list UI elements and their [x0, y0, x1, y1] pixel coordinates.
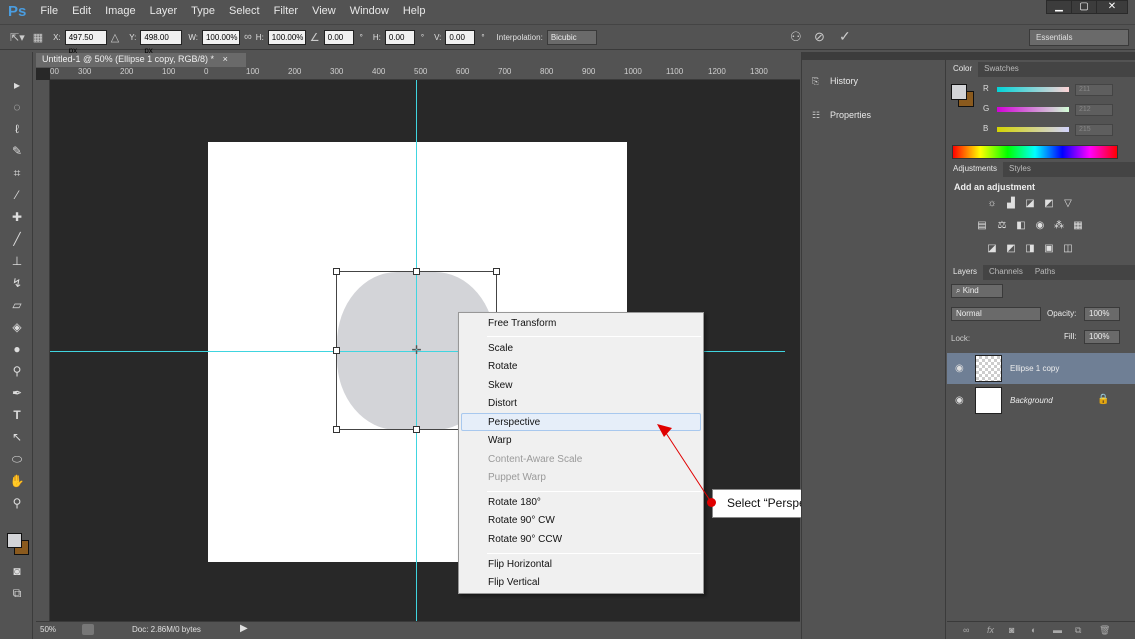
visibility-eye-icon[interactable]: ◉	[955, 363, 964, 374]
layers-footer: ∞ fx ◙ ◐ ▬ ⧉ 🗑	[947, 621, 1135, 639]
hue-saturation-icon[interactable]: ▤	[975, 220, 989, 232]
exposure-icon[interactable]: ◩	[1042, 198, 1056, 210]
opacity-field[interactable]: 100%	[1084, 307, 1120, 321]
adjustments-panel-tabs: Adjustments Styles	[947, 162, 1135, 177]
history-icon: ⎘	[812, 76, 820, 86]
green-track[interactable]	[997, 107, 1069, 112]
callout-dot	[707, 498, 716, 507]
visibility-eye-icon[interactable]: ◉	[955, 395, 964, 406]
right-panels: Color Swatches R 211 G 212 B 215 Adjustme…	[947, 52, 1135, 639]
levels-icon[interactable]: ▟	[1004, 198, 1018, 210]
layer-filter-kind[interactable]: ⌕ Kind	[951, 284, 1003, 298]
red-slider[interactable]: R 211	[951, 84, 1131, 98]
color-balance-icon[interactable]: ⚖	[995, 220, 1009, 232]
link-layers-icon[interactable]: ∞	[963, 625, 969, 635]
blue-slider[interactable]: B 215	[951, 124, 1131, 138]
red-track[interactable]	[997, 87, 1069, 92]
layer-thumbnail	[975, 355, 1002, 382]
invert-icon[interactable]: ◪	[985, 243, 999, 255]
layer-name[interactable]: Background	[1010, 396, 1053, 405]
color-spectrum-bar[interactable]	[952, 145, 1118, 159]
blue-track[interactable]	[997, 127, 1069, 132]
black-white-icon[interactable]: ◧	[1014, 220, 1028, 232]
new-layer-icon[interactable]: ⧉	[1075, 625, 1081, 636]
history-properties-dock: ⎘ History ☷ Properties	[801, 52, 947, 639]
channel-mixer-icon[interactable]: ⁂	[1052, 220, 1066, 232]
red-value[interactable]: 211	[1075, 84, 1113, 96]
blue-value[interactable]: 215	[1075, 124, 1113, 136]
layer-row-ellipse[interactable]: ◉ Ellipse 1 copy	[947, 353, 1135, 384]
posterize-icon[interactable]: ◩	[1004, 243, 1018, 255]
search-icon: ⌕	[956, 286, 963, 295]
tab-layers[interactable]: Layers	[947, 265, 984, 280]
properties-icon: ☷	[812, 110, 821, 120]
gradient-map-icon[interactable]: ▣	[1042, 243, 1056, 255]
history-panel-button[interactable]: ⎘ History	[812, 76, 858, 87]
color-lookup-icon[interactable]: ▦	[1071, 220, 1085, 232]
properties-panel-button[interactable]: ☷ Properties	[812, 110, 871, 121]
vibrance-icon[interactable]: ▽	[1061, 198, 1075, 210]
tab-styles[interactable]: Styles	[1003, 162, 1037, 177]
photo-filter-icon[interactable]: ◉	[1033, 220, 1047, 232]
layers-panel-tabs: Layers Channels Paths	[947, 265, 1135, 280]
curves-icon[interactable]: ◪	[1023, 198, 1037, 210]
layer-row-background[interactable]: ◉ Background 🔒	[947, 385, 1135, 416]
blue-label: B	[983, 124, 989, 133]
green-value[interactable]: 212	[1075, 104, 1113, 116]
green-slider[interactable]: G 212	[951, 104, 1131, 118]
tab-color[interactable]: Color	[947, 62, 979, 77]
add-mask-icon[interactable]: ◙	[1009, 625, 1014, 635]
lock-label: Lock:	[951, 334, 971, 343]
delete-layer-icon[interactable]: 🗑	[1099, 625, 1110, 636]
green-label: G	[983, 104, 990, 113]
dock-header[interactable]	[802, 52, 947, 60]
tab-swatches[interactable]: Swatches	[978, 62, 1025, 77]
adjustments-title: Add an adjustment	[954, 182, 1036, 192]
new-group-icon[interactable]: ▬	[1053, 625, 1062, 635]
color-panel-tabs: Color Swatches	[947, 62, 1135, 77]
lock-icon: 🔒	[1097, 394, 1110, 405]
layer-name[interactable]: Ellipse 1 copy	[1010, 364, 1059, 373]
tab-adjustments[interactable]: Adjustments	[947, 162, 1004, 177]
fill-label: Fill:	[1064, 332, 1077, 341]
dock-header[interactable]	[947, 52, 1135, 60]
fx-icon[interactable]: fx	[987, 625, 994, 635]
color-foreground-swatch[interactable]	[951, 84, 967, 100]
brightness-icon[interactable]: ☼	[985, 198, 999, 210]
fill-field[interactable]: 100%	[1084, 330, 1120, 344]
threshold-icon[interactable]: ◨	[1023, 243, 1037, 255]
red-label: R	[983, 84, 989, 93]
layer-thumbnail	[975, 387, 1002, 414]
tab-channels[interactable]: Channels	[983, 265, 1029, 280]
new-adjustment-icon[interactable]: ◐	[1031, 625, 1036, 635]
foreground-color-swatch[interactable]	[7, 533, 22, 548]
opacity-label: Opacity:	[1047, 309, 1077, 318]
blend-mode-select[interactable]: Normal	[951, 307, 1041, 321]
tab-paths[interactable]: Paths	[1029, 265, 1061, 280]
selective-color-icon[interactable]: ◫	[1061, 243, 1075, 255]
